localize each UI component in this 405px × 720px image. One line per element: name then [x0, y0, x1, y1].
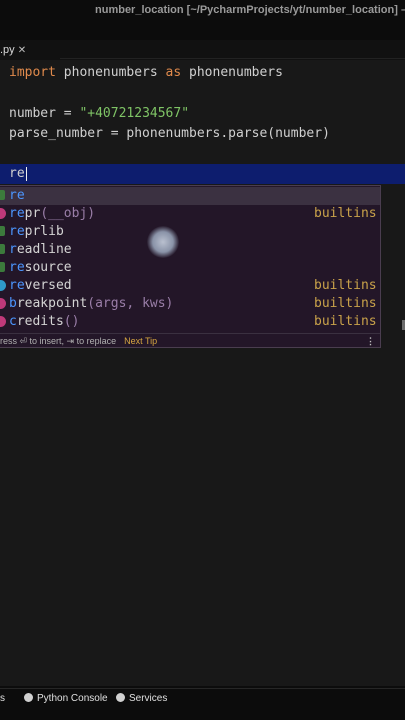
- python-icon: [24, 693, 33, 702]
- completion-footer: ress ⏎ to insert, ⇥ to replace Next Tip ⋮: [0, 333, 380, 349]
- code-line-3: number = "+40721234567": [9, 105, 189, 123]
- keyword-as: as: [165, 65, 182, 80]
- package-icon: [0, 226, 5, 236]
- item-rest: pr: [24, 206, 41, 221]
- text-caret: [25, 166, 27, 181]
- window-title: number_location [~/PycharmProjects/yt/nu…: [95, 4, 405, 16]
- completion-item[interactable]: breakpoint(args, kws) builtins: [0, 295, 380, 313]
- item-module: builtins: [314, 296, 377, 311]
- completion-item[interactable]: credits() builtins: [0, 313, 380, 331]
- bottom-strip: [0, 708, 405, 720]
- keyword-import: import: [9, 65, 56, 80]
- tab-divider: [60, 58, 405, 59]
- module-alias: phonenumbers: [181, 65, 283, 80]
- parse-statement: parse_number = phonenumbers.parse(number…: [9, 126, 330, 141]
- code-line-6[interactable]: re: [9, 165, 27, 183]
- services-icon: [116, 693, 125, 702]
- package-icon: [0, 262, 5, 272]
- completion-hint: ress ⏎ to insert, ⇥ to replace: [0, 336, 117, 346]
- package-icon: [0, 244, 5, 254]
- item-match: re: [9, 188, 25, 203]
- method-icon: [0, 208, 6, 219]
- assignment-target: number =: [9, 106, 80, 121]
- item-rest: versed: [24, 278, 72, 293]
- completion-item[interactable]: re: [0, 187, 380, 205]
- module-name: phonenumbers: [55, 65, 166, 80]
- services-label: Services: [129, 693, 168, 704]
- item-rest: prlib: [24, 224, 64, 239]
- tool-window-partial[interactable]: s: [0, 689, 5, 709]
- item-match: re: [9, 260, 25, 275]
- code-line-1: import phonenumbers as phonenumbers: [9, 64, 283, 82]
- code-editor[interactable]: import phonenumbers as phonenumbers numb…: [0, 60, 405, 686]
- typed-text: re: [9, 166, 25, 181]
- item-match: b: [9, 296, 17, 311]
- current-line-highlight: [0, 164, 405, 184]
- completion-item[interactable]: readline: [0, 241, 380, 259]
- close-icon[interactable]: ✕: [18, 45, 26, 56]
- item-match: c: [9, 314, 17, 329]
- item-module: builtins: [314, 314, 377, 329]
- item-rest: eadline: [16, 242, 72, 257]
- item-match: re: [9, 278, 25, 293]
- code-line-4: parse_number = phonenumbers.parse(number…: [9, 125, 330, 143]
- completion-popup[interactable]: re repr(__obj) builtins reprlib readline…: [0, 185, 381, 348]
- more-options-icon[interactable]: ⋮: [366, 334, 375, 349]
- services-button[interactable]: Services: [116, 689, 167, 709]
- item-rest: source: [24, 260, 72, 275]
- python-console-button[interactable]: Python Console: [24, 689, 108, 709]
- editor-tab-bar: .py ✕: [0, 40, 405, 62]
- file-tab[interactable]: .py ✕: [0, 40, 31, 62]
- item-params: (): [63, 314, 80, 329]
- item-module: builtins: [314, 278, 377, 293]
- completion-item[interactable]: resource: [0, 259, 380, 277]
- item-match: re: [9, 206, 25, 221]
- completion-item[interactable]: reversed builtins: [0, 277, 380, 295]
- item-rest: reakpoint: [16, 296, 88, 311]
- file-tab-label: .py: [0, 44, 15, 56]
- package-icon: [0, 190, 5, 200]
- tool-window-bar: s Python Console Services: [0, 688, 405, 709]
- window-title-bar: number_location [~/PycharmProjects/yt/nu…: [0, 0, 405, 20]
- item-module: builtins: [314, 206, 377, 221]
- string-literal: "+40721234567": [79, 106, 190, 121]
- item-match: re: [9, 224, 25, 239]
- item-rest: redits: [16, 314, 64, 329]
- completion-item[interactable]: repr(__obj) builtins: [0, 205, 380, 223]
- class-icon: [0, 280, 6, 291]
- next-tip-link[interactable]: Next Tip: [124, 336, 157, 346]
- item-match: r: [9, 242, 17, 257]
- python-console-label: Python Console: [37, 693, 108, 704]
- method-icon: [0, 298, 6, 309]
- method-icon: [0, 316, 6, 327]
- item-params: (args, kws): [87, 296, 174, 311]
- item-params: (__obj): [40, 206, 96, 221]
- completion-item[interactable]: reprlib: [0, 223, 380, 241]
- mouse-cursor-highlight: [147, 226, 179, 258]
